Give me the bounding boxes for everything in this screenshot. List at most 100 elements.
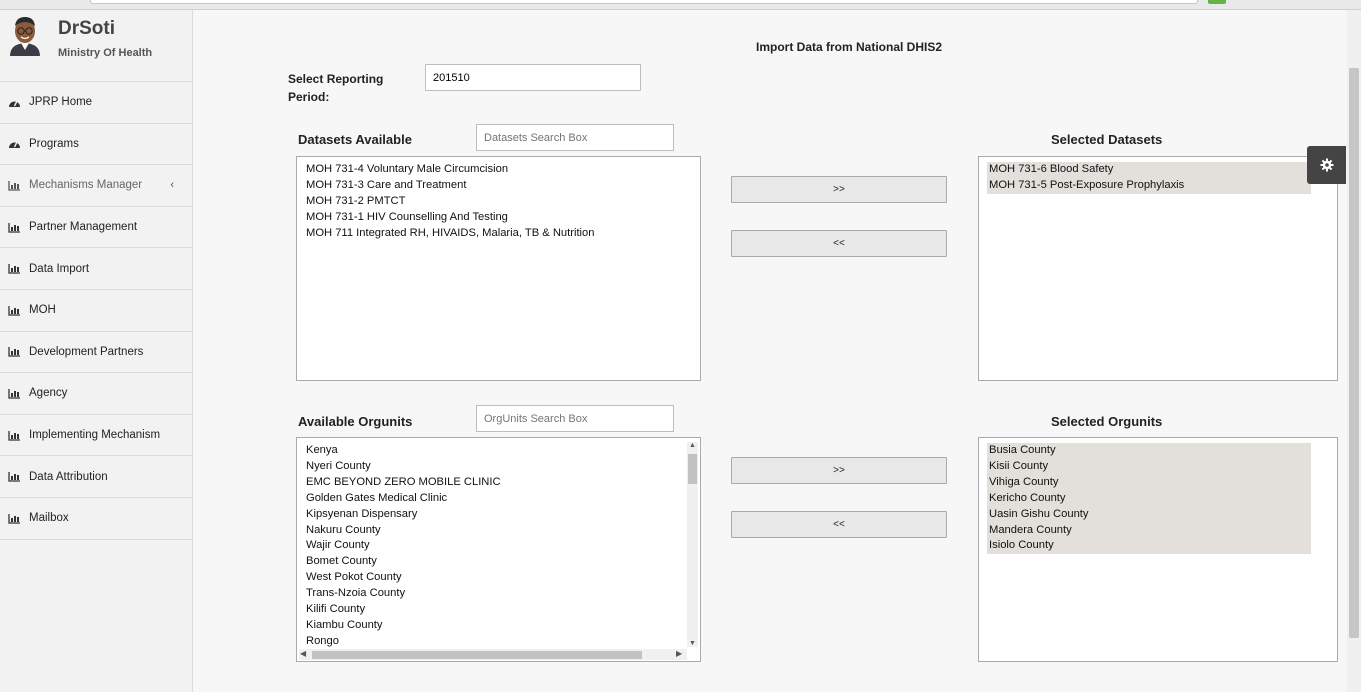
selected-dataset-option[interactable]: MOH 731-5 Post-Exposure Prophylaxis (987, 177, 1311, 194)
sidebar-item-development-partners[interactable]: Development Partners (0, 332, 192, 374)
bar-chart-icon (8, 513, 20, 524)
orgunit-option[interactable]: West Pokot County (297, 570, 700, 586)
sidebar-item-partner-management[interactable]: Partner Management (0, 207, 192, 249)
bar-chart-icon (8, 180, 20, 191)
orgunit-option[interactable]: Nyeri County (297, 459, 700, 475)
sidebar-item-label: Mailbox (29, 512, 69, 525)
add-orgunit-button[interactable]: >> (731, 457, 947, 484)
scroll-up-arrow-icon[interactable]: ▲ (689, 442, 696, 449)
orgunit-option[interactable]: Kiambu County (297, 618, 700, 634)
user-organization: Ministry Of Health (58, 47, 153, 59)
selected-orgunit-option[interactable]: Mandera County (987, 522, 1311, 539)
orgunit-option[interactable]: Kilifi County (297, 602, 700, 618)
browser-top-strip (0, 0, 1361, 10)
gear-icon (1320, 158, 1333, 172)
sidebar-item-programs[interactable]: Programs (0, 124, 192, 166)
selected-orgunit-option[interactable]: Isiolo County (987, 538, 1311, 555)
selected-orgunit-option[interactable]: Kericho County (987, 490, 1311, 507)
user-name: DrSoti (58, 18, 115, 39)
dataset-option[interactable]: MOH 731-1 HIV Counselling And Testing (297, 210, 700, 226)
sidebar-item-label: Implementing Mechanism (29, 429, 161, 442)
selected-orgunit-option[interactable]: Vihiga County (987, 474, 1311, 491)
main-panel: Import Data from National DHIS2 Select R… (193, 10, 1347, 692)
orgunits-vertical-scrollbar[interactable]: ▲ ▼ (687, 442, 698, 647)
bar-chart-icon (8, 264, 20, 274)
bar-chart-icon (8, 222, 20, 233)
avatar (6, 14, 44, 56)
sidebar-item-moh[interactable]: MOH (0, 290, 192, 332)
chevron-left-icon[interactable]: ‹ (170, 179, 174, 191)
selected-orgunits-list[interactable]: Busia County Kisii County Vihiga County Ker… (978, 437, 1338, 662)
dataset-option[interactable]: MOH 711 Integrated RH, HIVAIDS, Malaria,… (297, 226, 700, 242)
scroll-thumb[interactable] (688, 454, 697, 484)
orgunits-search-input[interactable] (476, 405, 674, 432)
sidebar-item-label: Programs (29, 137, 79, 150)
orgunit-option[interactable]: Golden Gates Medical Clinic (297, 491, 700, 507)
page-scrollbar[interactable] (1347, 10, 1361, 692)
sidebar-item-mailbox[interactable]: Mailbox (0, 498, 192, 540)
bar-chart-icon (8, 430, 20, 441)
dashboard-icon (9, 142, 20, 149)
selected-datasets-list[interactable]: MOH 731-6 Blood Safety MOH 731-5 Post-Exp… (978, 156, 1338, 381)
remove-dataset-button[interactable]: << (731, 230, 947, 257)
datasets-search-input[interactable] (476, 124, 674, 151)
sidebar-item-label: Partner Management (29, 221, 138, 234)
dataset-option[interactable]: MOH 731-3 Care and Treatment (297, 178, 700, 194)
orgunit-option[interactable]: Kipsyenan Dispensary (297, 507, 700, 523)
available-orgunits-label: Available Orgunits (298, 414, 413, 429)
scroll-right-arrow-icon[interactable]: ▶ (676, 649, 682, 658)
sidebar-item-implementing-mechanism[interactable]: Implementing Mechanism (0, 415, 192, 457)
reporting-period-input[interactable] (425, 64, 641, 91)
sidebar-item-label: Data Attribution (29, 470, 108, 483)
sidebar-item-label: Agency (29, 387, 68, 400)
scroll-down-arrow-icon[interactable]: ▼ (689, 640, 696, 647)
reporting-period-label: Select Reporting Period: (288, 72, 384, 104)
bar-chart-icon (8, 305, 20, 316)
address-bar[interactable] (90, 0, 1198, 4)
dashboard-icon (9, 100, 20, 107)
extension-icon[interactable] (1208, 0, 1226, 4)
sidebar-item-jprp-home[interactable]: JPRP Home (0, 82, 192, 124)
available-orgunits-list[interactable]: Kenya Nyeri County EMC BEYOND ZERO MOBILE … (296, 437, 701, 662)
bar-chart-icon (8, 472, 20, 482)
sidebar-item-label: MOH (29, 304, 56, 317)
scroll-thumb[interactable] (312, 651, 642, 659)
selected-datasets-label: Selected Datasets (1051, 132, 1163, 147)
sidebar-item-label: Mechanisms Manager (29, 179, 143, 192)
orgunit-option[interactable]: EMC BEYOND ZERO MOBILE CLINIC (297, 475, 700, 491)
user-profile: DrSoti Ministry Of Health (0, 10, 192, 82)
available-orgunits-options: Kenya Nyeri County EMC BEYOND ZERO MOBILE … (297, 438, 700, 647)
datasets-available-list[interactable]: MOH 731-4 Voluntary Male Circumcision MOH… (296, 156, 701, 381)
orgunit-option[interactable]: Nakuru County (297, 523, 700, 539)
page-title: Import Data from National DHIS2 (756, 40, 943, 54)
sidebar-item-label: JPRP Home (29, 96, 93, 109)
sidebar-item-data-import[interactable]: Data Import (0, 248, 192, 290)
selected-orgunit-option[interactable]: Busia County (987, 443, 1311, 459)
dataset-option[interactable]: MOH 731-4 Voluntary Male Circumcision (297, 162, 700, 178)
selected-orgunit-option[interactable]: Kisii County (987, 458, 1311, 475)
sidebar-item-agency[interactable]: Agency (0, 373, 192, 415)
sidebar-item-label: Development Partners (29, 345, 144, 358)
sidebar: DrSoti Ministry Of Health JPRP Home Prog… (0, 10, 193, 692)
sidebar-item-data-attribution[interactable]: Data Attribution (0, 456, 192, 498)
orgunit-option[interactable]: Trans-Nzoia County (297, 586, 700, 602)
settings-button[interactable] (1307, 146, 1346, 184)
dataset-option[interactable]: MOH 731-2 PMTCT (297, 194, 700, 210)
bar-chart-icon (8, 347, 20, 358)
scroll-left-arrow-icon[interactable]: ◀ (300, 649, 306, 658)
remove-orgunit-button[interactable]: << (731, 511, 947, 538)
sidebar-item-label: Data Import (29, 262, 90, 275)
page-scroll-thumb[interactable] (1349, 68, 1359, 638)
orgunit-option[interactable]: Kenya (297, 443, 700, 459)
selected-orgunit-option[interactable]: Uasin Gishu County (987, 506, 1311, 523)
sidebar-item-mechanisms-manager[interactable]: Mechanisms Manager ‹ (0, 165, 192, 207)
orgunit-option[interactable]: Wajir County (297, 538, 700, 554)
orgunit-option[interactable]: Rongo (297, 634, 700, 647)
selected-dataset-option[interactable]: MOH 731-6 Blood Safety (987, 162, 1311, 178)
add-dataset-button[interactable]: >> (731, 176, 947, 203)
orgunit-option[interactable]: Bomet County (297, 554, 700, 570)
bar-chart-icon (8, 388, 20, 399)
datasets-available-label: Datasets Available (298, 132, 412, 147)
selected-orgunits-label: Selected Orgunits (1051, 414, 1163, 429)
orgunits-horizontal-scrollbar[interactable]: ◀ ▶ (299, 649, 687, 660)
